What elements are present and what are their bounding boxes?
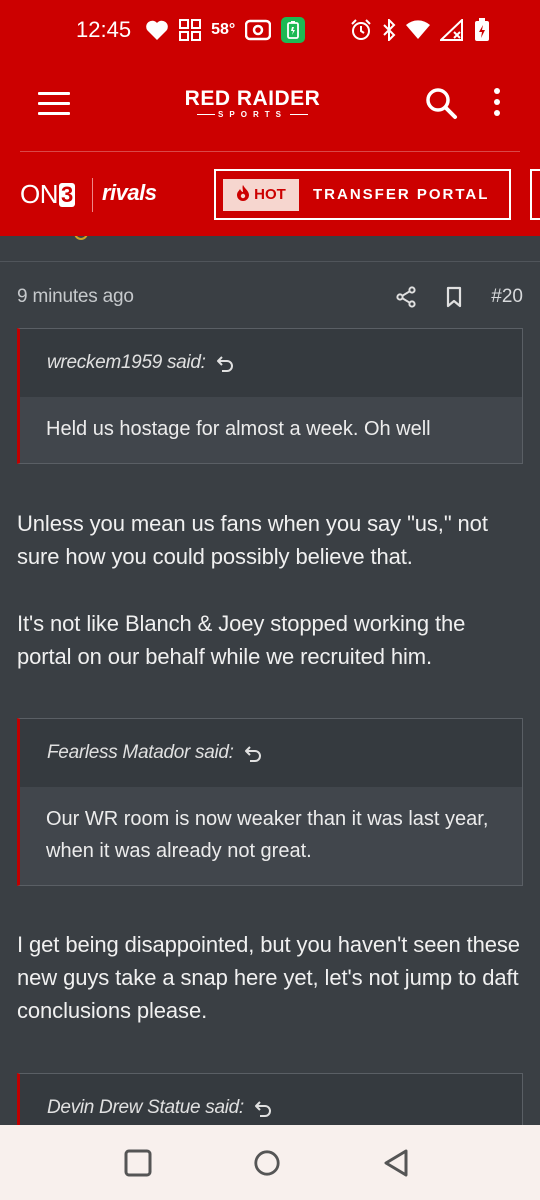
status-icons-right <box>350 18 490 42</box>
system-nav-bar <box>0 1125 540 1200</box>
site-logo[interactable]: RED RAIDER SPORTS <box>180 88 325 120</box>
next-tab[interactable] <box>530 169 540 220</box>
status-bar: 12:45 58° <box>0 0 540 60</box>
bookmark-icon[interactable] <box>443 286 465 308</box>
status-icons-left: 58° <box>145 17 306 43</box>
quote-header[interactable]: Devin Drew Statue said: <box>20 1074 522 1125</box>
app-header: RED RAIDER SPORTS <box>0 60 540 152</box>
alarm-icon <box>350 19 372 41</box>
hot-transfer-portal-tab[interactable]: HOT TRANSFER PORTAL <box>214 169 511 220</box>
post-timestamp[interactable]: 9 minutes ago <box>17 286 134 308</box>
status-time: 12:45 <box>76 17 132 42</box>
post-paragraph: I get being disappointed, but you haven'… <box>17 932 520 1023</box>
hamburger-menu-icon[interactable] <box>38 92 70 116</box>
hot-badge: HOT <box>223 178 299 211</box>
logo-divider <box>92 178 93 212</box>
quote-body: Held us hostage for almost a week. Oh we… <box>20 397 522 463</box>
on3-text: ON <box>20 179 59 209</box>
home-icon[interactable] <box>253 1149 281 1177</box>
grid-app-icon <box>179 19 202 41</box>
share-icon[interactable] <box>395 286 417 308</box>
battery-saver-icon <box>281 17 306 43</box>
quote-block: Fearless Matador said: Our WR room is no… <box>17 718 523 886</box>
search-icon[interactable] <box>424 86 458 120</box>
reaction-icon <box>74 236 88 240</box>
status-temperature: 58° <box>211 21 236 38</box>
brand-main: RED RAIDER <box>184 87 321 110</box>
hot-badge-label: HOT <box>254 186 286 203</box>
heart-icon <box>145 19 169 41</box>
flame-icon <box>236 184 250 205</box>
previous-post-edge <box>0 236 540 262</box>
quote-block: Devin Drew Statue said: <box>17 1073 523 1125</box>
recent-apps-icon[interactable] <box>124 1149 152 1177</box>
rivals-logo[interactable]: rivals <box>102 180 157 206</box>
cast-icon <box>245 19 272 41</box>
quote-header[interactable]: Fearless Matador said: <box>20 719 522 787</box>
reply-arrow-icon[interactable] <box>254 1099 272 1117</box>
thread-content: 9 minutes ago #20 wreckem1959 said: Held… <box>0 236 540 1125</box>
post-paragraph: It's not like Blanch & Joey stopped work… <box>17 611 466 669</box>
more-options-icon[interactable] <box>492 88 502 120</box>
reply-arrow-icon[interactable] <box>216 354 234 372</box>
back-icon[interactable] <box>382 1149 410 1177</box>
quote-block: wreckem1959 said: Held us hostage for al… <box>17 328 523 464</box>
quote-header[interactable]: wreckem1959 said: <box>20 329 522 397</box>
quote-author: Devin Drew Statue said: <box>47 1097 244 1118</box>
post-actions: #20 <box>395 286 523 308</box>
hot-tab-label: TRANSFER PORTAL <box>313 186 490 203</box>
on3-logo[interactable]: ON 3 <box>20 179 75 210</box>
wifi-icon <box>406 20 430 40</box>
reply-arrow-icon[interactable] <box>244 744 262 762</box>
post-meta: 9 minutes ago #20 <box>17 282 523 312</box>
brand-sub: SPORTS <box>180 110 325 120</box>
bluetooth-icon <box>382 19 396 41</box>
quote-author: Fearless Matador said: <box>47 742 234 763</box>
on3-number: 3 <box>59 181 75 207</box>
partner-bar: ON 3 rivals HOT TRANSFER PORTAL <box>0 152 540 236</box>
post-paragraph: Unless you mean us fans when you say "us… <box>17 511 488 569</box>
signal-icon <box>440 19 464 41</box>
quote-author: wreckem1959 said: <box>47 352 206 373</box>
post-number[interactable]: #20 <box>491 286 523 308</box>
battery-icon <box>474 18 490 42</box>
quote-body: Our WR room is now weaker than it was la… <box>20 787 522 885</box>
